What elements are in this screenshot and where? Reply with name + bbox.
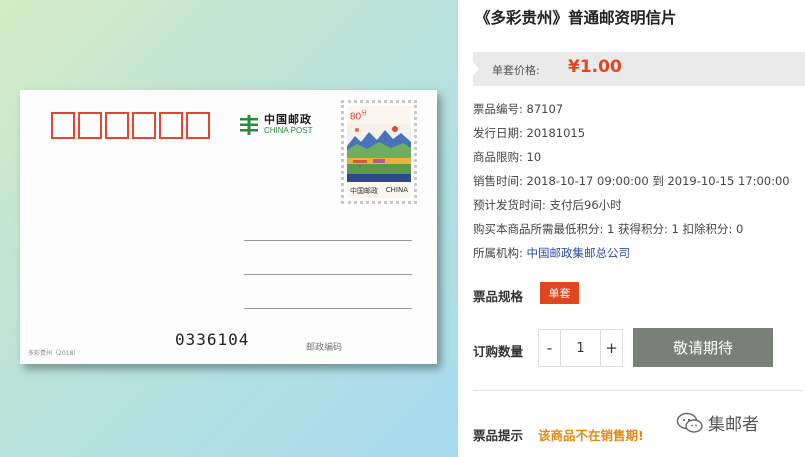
- price-bar: 单套价格: ¥1.00: [473, 52, 805, 86]
- tip-text: 该商品不在销售期!: [538, 428, 644, 443]
- detail-item-code: 票品编号: 87107: [473, 102, 564, 116]
- detail-organization: 所属机构: 中国邮政集邮总公司: [473, 246, 631, 260]
- stamp-footer-right: CHINA: [385, 186, 408, 194]
- china-post-emblem-icon: [240, 114, 258, 135]
- stamp-footer-left: 中国邮政: [350, 187, 378, 195]
- spec-label: 票品规格: [473, 289, 524, 304]
- stamp-artwork: [347, 124, 411, 182]
- coming-soon-button[interactable]: 敬请期待: [633, 328, 773, 367]
- postal-code-box: [78, 112, 102, 139]
- tip-label: 票品提示: [473, 428, 524, 443]
- address-line: [244, 308, 412, 309]
- postal-code-box: [186, 112, 210, 139]
- wechat-icon: [676, 412, 703, 433]
- product-image-panel: 中国邮政 CHINA POST 80分 中国邮政 CHINA 0336104 邮…: [0, 0, 458, 457]
- postal-code-label: 邮政编码: [306, 343, 343, 353]
- address-line: [244, 240, 412, 241]
- quantity-decrease-button[interactable]: -: [539, 330, 560, 366]
- detail-sale-time: 销售时间: 2018-10-17 09:00:00 到 2019-10-15 1…: [473, 174, 790, 188]
- postage-stamp: 80分 中国邮政 CHINA: [341, 100, 417, 204]
- stamp-denomination: 80分: [350, 111, 368, 123]
- watermark-text: 集邮者: [708, 415, 759, 435]
- china-post-logo: 中国邮政 CHINA POST: [238, 114, 312, 135]
- detail-shipping-time: 预计发货时间: 支付后96小时: [473, 198, 622, 212]
- quantity-increase-button[interactable]: +: [601, 330, 622, 366]
- china-post-logo-en: CHINA POST: [264, 126, 313, 135]
- detail-points: 购买本商品所需最低积分: 1 获得积分: 1 扣除积分: 0: [473, 222, 744, 236]
- detail-issue-date: 发行日期: 20181015: [473, 126, 586, 140]
- china-post-logo-cn: 中国邮政: [264, 113, 312, 126]
- price-value: ¥1.00: [568, 57, 622, 77]
- spec-option-single-set[interactable]: 单套: [540, 282, 579, 304]
- quantity-stepper: - 1 +: [538, 329, 623, 367]
- price-label: 单套价格:: [492, 64, 540, 77]
- postal-code-box: [132, 112, 156, 139]
- quantity-input[interactable]: 1: [560, 330, 601, 366]
- organization-link[interactable]: 中国邮政集邮总公司: [527, 246, 631, 260]
- postcard-caption: 多彩贵州（2018）: [28, 350, 80, 357]
- product-info-panel: 《多彩贵州》普通邮资明信片 单套价格: ¥1.00 票品编号: 87107 发行…: [458, 0, 805, 457]
- postal-code-box: [159, 112, 183, 139]
- postal-code-box: [51, 112, 75, 139]
- address-line: [244, 274, 412, 275]
- postal-code-boxes: [51, 112, 210, 139]
- wechat-watermark: 集邮者: [676, 410, 759, 435]
- quantity-label: 订购数量: [473, 344, 524, 359]
- section-divider: [473, 390, 803, 391]
- postcard-serial-number: 0336104: [175, 330, 250, 349]
- product-title: 《多彩贵州》普通邮资明信片: [475, 9, 677, 27]
- detail-purchase-limit: 商品限购: 10: [473, 150, 542, 164]
- postcard-image: 中国邮政 CHINA POST 80分 中国邮政 CHINA 0336104 邮…: [20, 90, 437, 364]
- postal-code-box: [105, 112, 129, 139]
